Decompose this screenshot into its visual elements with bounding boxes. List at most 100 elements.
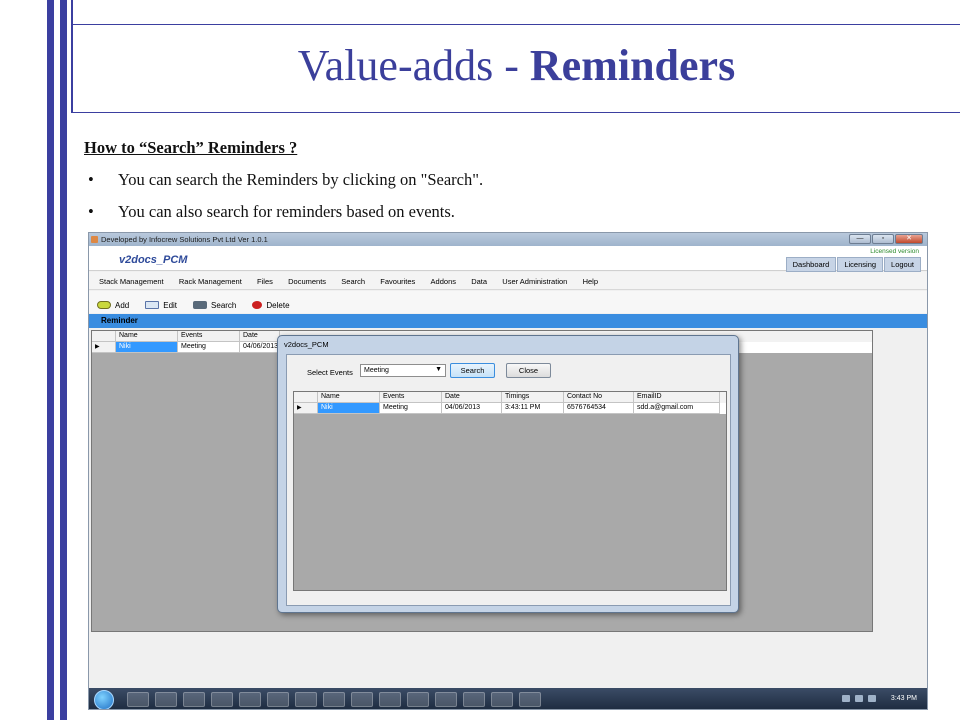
taskbar-chrome-icon[interactable] — [239, 692, 261, 707]
bullet-icon: • — [88, 202, 94, 221]
row-header-cell — [294, 392, 318, 403]
events-dropdown[interactable]: Meeting ▼ — [360, 364, 446, 377]
column-header-events[interactable]: Events — [178, 331, 240, 342]
taskbar-app-icon[interactable] — [323, 692, 345, 707]
menu-search[interactable]: Search — [341, 277, 365, 286]
system-clock[interactable]: 3:43 PM — [891, 695, 917, 702]
menu-rack-management[interactable]: Rack Management — [179, 277, 242, 286]
menu-favourites[interactable]: Favourites — [380, 277, 415, 286]
tray-network-icon[interactable] — [854, 695, 863, 702]
toolbar: Add Edit Search Delete — [89, 291, 927, 313]
menu-files[interactable]: Files — [257, 277, 273, 286]
events-dropdown-value: Meeting — [364, 367, 389, 374]
top-nav: Dashboard Licensing Logout — [785, 257, 921, 272]
maximize-button[interactable]: ▫ — [872, 234, 894, 244]
menu-documents[interactable]: Documents — [288, 277, 326, 286]
cell-events[interactable]: Meeting — [380, 403, 442, 414]
cell-timings[interactable]: 3:43:11 PM — [502, 403, 564, 414]
taskbar-app-icon[interactable] — [491, 692, 513, 707]
column-header-name[interactable]: Name — [116, 331, 178, 342]
column-header-name[interactable]: Name — [318, 392, 380, 403]
column-header-date[interactable]: Date — [442, 392, 502, 403]
taskbar-visual-studio-icon[interactable] — [211, 692, 233, 707]
left-accent-bar — [47, 0, 54, 720]
title-top-rule — [71, 24, 960, 25]
tray-flag-icon[interactable] — [841, 695, 850, 702]
app-logo: v2docs_PCM — [119, 254, 188, 266]
taskbar-ie-icon[interactable] — [127, 692, 149, 707]
chevron-down-icon: ▼ — [435, 366, 442, 373]
taskbar-explorer-icon[interactable] — [155, 692, 177, 707]
bullet-text: You can also search for reminders based … — [118, 202, 455, 221]
menu-bar: Stack Management Rack Management Files D… — [89, 272, 927, 290]
menu-user-administration[interactable]: User Administration — [502, 277, 567, 286]
window-title: Developed by Infocrew Solutions Pvt Ltd … — [101, 235, 268, 244]
title-bottom-rule — [71, 112, 960, 113]
license-status: Licensed version — [870, 248, 919, 255]
taskbar-app-icon[interactable] — [519, 692, 541, 707]
windows-start-icon[interactable] — [94, 690, 114, 709]
nav-dashboard[interactable]: Dashboard — [785, 257, 837, 272]
column-header-email[interactable]: EmailID — [634, 392, 720, 403]
add-button[interactable]: Add — [97, 297, 129, 313]
search-button[interactable]: Search — [193, 297, 236, 313]
cell-email[interactable]: sdd.a@gmail.com — [634, 403, 720, 414]
window-controls: — ▫ ✕ — [848, 234, 923, 244]
dialog-close-button[interactable]: Close — [506, 363, 551, 378]
taskbar-app-icon[interactable] — [435, 692, 457, 707]
app-body: v2docs_PCM Licensed version Dashboard Li… — [89, 246, 927, 688]
cell-name[interactable]: Niki — [318, 403, 380, 414]
search-label: Search — [211, 300, 237, 310]
bullet-item: • You can also search for reminders base… — [84, 202, 944, 222]
taskbar-media-icon[interactable] — [183, 692, 205, 707]
cell-events[interactable]: Meeting — [178, 342, 240, 353]
column-header-date[interactable]: Date — [240, 331, 280, 342]
cell-name[interactable]: Niki — [116, 342, 178, 353]
nav-licensing[interactable]: Licensing — [837, 257, 884, 272]
menu-help[interactable]: Help — [583, 277, 598, 286]
taskbar-app-icon[interactable] — [407, 692, 429, 707]
slide-title-prefix: Value-adds - — [297, 41, 519, 90]
nav-logout[interactable]: Logout — [884, 257, 921, 272]
edit-button[interactable]: Edit — [145, 297, 177, 313]
section-header: Reminder — [89, 314, 927, 328]
dialog-title: v2docs_PCM — [284, 340, 329, 349]
taskbar-app-icon[interactable] — [295, 692, 317, 707]
table-row[interactable]: ▶ Niki Meeting 04/06/2013 3:43:11 PM 657… — [294, 403, 726, 414]
dialog-search-button[interactable]: Search — [450, 363, 495, 378]
section-heading: How to “Search” Reminders ? — [84, 138, 298, 157]
row-pointer-icon: ▶ — [92, 342, 116, 353]
bullet-text: You can search the Reminders by clicking… — [118, 170, 484, 189]
minimize-button[interactable]: — — [849, 234, 871, 244]
column-header-events[interactable]: Events — [380, 392, 442, 403]
tray-volume-icon[interactable] — [867, 695, 876, 702]
close-window-button[interactable]: ✕ — [895, 234, 923, 244]
menu-data[interactable]: Data — [471, 277, 487, 286]
taskbar-firefox-icon[interactable] — [267, 692, 289, 707]
edit-label: Edit — [163, 300, 178, 310]
left-accent-bar-inner — [60, 0, 67, 720]
taskbar-app-icon[interactable] — [379, 692, 401, 707]
delete-label: Delete — [266, 300, 290, 310]
edit-icon — [145, 301, 160, 309]
slide-content: How to “Search” Reminders ? • You can se… — [84, 138, 944, 234]
system-tray: 3:43 PM — [841, 695, 917, 702]
cell-date[interactable]: 04/06/2013 — [442, 403, 502, 414]
row-pointer-icon: ▶ — [294, 403, 318, 414]
taskbar-app-icon[interactable] — [351, 692, 373, 707]
app-icon — [91, 236, 98, 243]
add-label: Add — [115, 300, 130, 310]
cell-contact[interactable]: 6576764534 — [564, 403, 634, 414]
cell-date[interactable]: 04/06/2013 — [240, 342, 280, 353]
search-icon — [193, 301, 208, 309]
column-header-timings[interactable]: Timings — [502, 392, 564, 403]
menu-addons[interactable]: Addons — [431, 277, 456, 286]
select-events-label: Select Events — [307, 368, 353, 377]
menu-stack-management[interactable]: Stack Management — [99, 277, 164, 286]
bullet-icon: • — [88, 170, 94, 189]
bullet-item: • You can search the Reminders by clicki… — [84, 170, 944, 190]
taskbar-app-icon[interactable] — [463, 692, 485, 707]
app-screenshot: Developed by Infocrew Solutions Pvt Ltd … — [88, 232, 928, 710]
delete-button[interactable]: Delete — [252, 297, 290, 313]
column-header-contact[interactable]: Contact No — [564, 392, 634, 403]
